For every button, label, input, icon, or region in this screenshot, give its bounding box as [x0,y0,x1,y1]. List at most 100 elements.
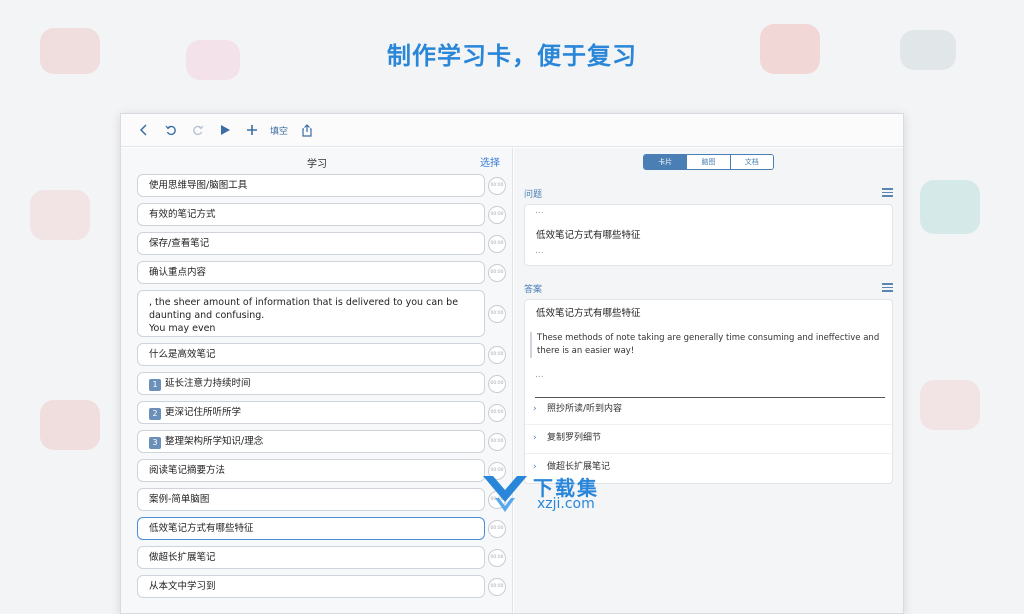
outline-card[interactable]: 案例-简单脑图 [137,488,485,511]
redo-icon [193,125,204,136]
toolbar: 填空 [121,114,903,147]
outline-item-text: 更深记住所听所学 [165,407,242,418]
outline-item[interactable]: 从本文中学习到 00:00 [137,575,512,598]
outline-item[interactable]: 案例-简单脑图00:00 [137,488,512,511]
question-dots-bottom: ... [535,246,544,256]
outline-item-text-line2: You may even [149,323,216,334]
background-decoration [30,190,90,240]
tab-card[interactable]: 卡片 [644,155,688,169]
outline-item[interactable]: 什么是高效笔记 00:00 [137,343,512,366]
outline-card[interactable]: 什么是高效笔记 [137,343,485,366]
menu-icon [882,283,893,285]
outline-item[interactable]: 使用思维导图/脑图工具 00:00 [137,174,512,197]
chevron-right-icon: › [533,462,537,472]
timer-circle[interactable]: 00:00 [488,374,506,393]
answer-card[interactable]: 低效笔记方式有哪些特征 These methods of note taking… [524,299,894,484]
tab-document[interactable]: 文档 [730,155,773,169]
answer-menu-button[interactable] [882,283,893,294]
timer-circle[interactable]: 00:00 [488,176,506,195]
outline-card[interactable]: , the sheer amount of information that i… [137,290,485,337]
outline-card[interactable]: 阅读笔记摘要方法 [137,459,485,482]
answer-item-divider [525,424,894,425]
outline-card-selected[interactable]: 低效笔记方式有哪些特征 [137,517,485,540]
timer-circle[interactable]: 00:00 [488,205,506,224]
add-button[interactable] [239,119,265,141]
answer-item-text: 复制罗列细节 [547,433,602,443]
watermark: 下载集 xzji.com [481,472,621,516]
fill-blank-button[interactable]: 填空 [270,124,288,137]
outline-card[interactable]: 3 整理架构所学知识/理念 [137,430,485,453]
number-badge: 2 [149,408,161,420]
chevron-left-icon [139,124,147,136]
question-card[interactable]: ... 低效笔记方式有哪些特征 ... [524,204,893,266]
outline-item[interactable]: , the sheer amount of information that i… [137,290,512,337]
answer-item[interactable]: › 照抄所读/听到内容 [533,401,622,414]
timer-circle[interactable]: 00:00 [488,345,506,364]
outline-item[interactable]: 2 更深记住所听所学 00:00 [137,401,512,424]
outline-item[interactable]: 有效的笔记方式 00:00 [137,203,512,226]
outline-card[interactable]: 做超长扩展笔记 [137,546,485,569]
watermark-logo-icon [483,476,527,512]
timer-circle[interactable]: 00:00 [488,403,506,422]
outline-card[interactable]: 从本文中学习到 [137,575,485,598]
view-switcher: 卡片 脑图 文档 [643,154,774,170]
answer-item-text: 做超长扩展笔记 [547,462,611,472]
back-button[interactable] [131,119,157,141]
timer-circle[interactable]: 00:00 [488,304,506,323]
timer-circle[interactable]: 00:00 [488,519,506,538]
card-pane: 卡片 脑图 文档 问题 ... 低效笔记方式有哪些特征 ... 答案 低效笔记方式有… [514,148,903,613]
outline-item[interactable]: 确认重点内容 00:00 [137,261,512,284]
timer-circle[interactable]: 00:00 [488,234,506,253]
timer-circle[interactable]: 00:00 [488,577,506,596]
number-badge: 1 [149,379,161,391]
outline-item[interactable]: 做超长扩展笔记 00:00 [137,546,512,569]
outline-card[interactable]: 有效的笔记方式 [137,203,485,226]
chevron-right-icon: › [533,433,537,443]
outline-item-text: 使用思维导图/脑图工具 [149,180,248,191]
play-button[interactable] [212,119,238,141]
outline-header: 学习 选择 [121,148,512,174]
chevron-right-icon: › [533,404,537,414]
outline-card[interactable]: 2 更深记住所听所学 [137,401,485,424]
outline-item-text: 从本文中学习到 [149,581,216,592]
outline-item-text: , the sheer amount of information that i… [149,297,459,321]
outline-item-text: 保存/查看笔记 [149,238,210,249]
share-button[interactable] [294,119,320,141]
background-decoration [920,380,980,430]
outline-pane: 学习 选择 使用思维导图/脑图工具 00:00 有效的笔记方式 00:00 保存/查看笔… [121,148,513,613]
answer-dots: ... [535,370,544,380]
number-badge: 3 [149,437,161,449]
outline-item-text: 延长注意力持续时间 [165,378,251,389]
outline-card[interactable]: 保存/查看笔记 [137,232,485,255]
answer-label: 答案 [524,285,543,295]
outline-card[interactable]: 1 延长注意力持续时间 [137,372,485,395]
outline-card[interactable]: 使用思维导图/脑图工具 [137,174,485,197]
outline-item[interactable]: 3 整理架构所学知识/理念 00:00 [137,430,512,453]
answer-title: 低效笔记方式有哪些特征 [536,308,641,319]
outline-item-text: 整理架构所学知识/理念 [165,436,264,447]
select-button[interactable]: 选择 [480,154,500,169]
app-window: 填空 学习 选择 使用思维导图/脑图工具 00:00 有效的笔记方式 00:00 保存/… [120,113,904,614]
outline-item-text: 阅读笔记摘要方法 [149,465,226,476]
undo-button[interactable] [158,119,184,141]
timer-circle[interactable]: 00:00 [488,263,506,282]
timer-circle[interactable]: 00:00 [488,548,506,567]
answer-item[interactable]: › 做超长扩展笔记 [533,459,610,472]
outline-item[interactable]: 阅读笔记摘要方法 00:00 [137,459,512,482]
question-menu-button[interactable] [882,188,893,199]
answer-item[interactable]: › 复制罗列细节 [533,430,601,443]
outline-item[interactable]: 保存/查看笔记 00:00 [137,232,512,255]
outline-item[interactable]: 1 延长注意力持续时间 00:00 [137,372,512,395]
outline-item[interactable]: 低效笔记方式有哪些特征 00:00 [137,517,512,540]
redo-button[interactable] [185,119,211,141]
outline-title: 学习 [307,159,327,170]
tab-mindmap[interactable]: 脑图 [687,155,731,169]
background-decoration [920,180,980,234]
share-icon [302,123,312,137]
timer-circle[interactable]: 00:00 [488,432,506,451]
answer-divider [535,397,885,398]
watermark-url: xzji.com [537,496,595,512]
question-label: 问题 [524,190,543,200]
outline-card[interactable]: 确认重点内容 [137,261,485,284]
menu-icon [882,188,893,190]
